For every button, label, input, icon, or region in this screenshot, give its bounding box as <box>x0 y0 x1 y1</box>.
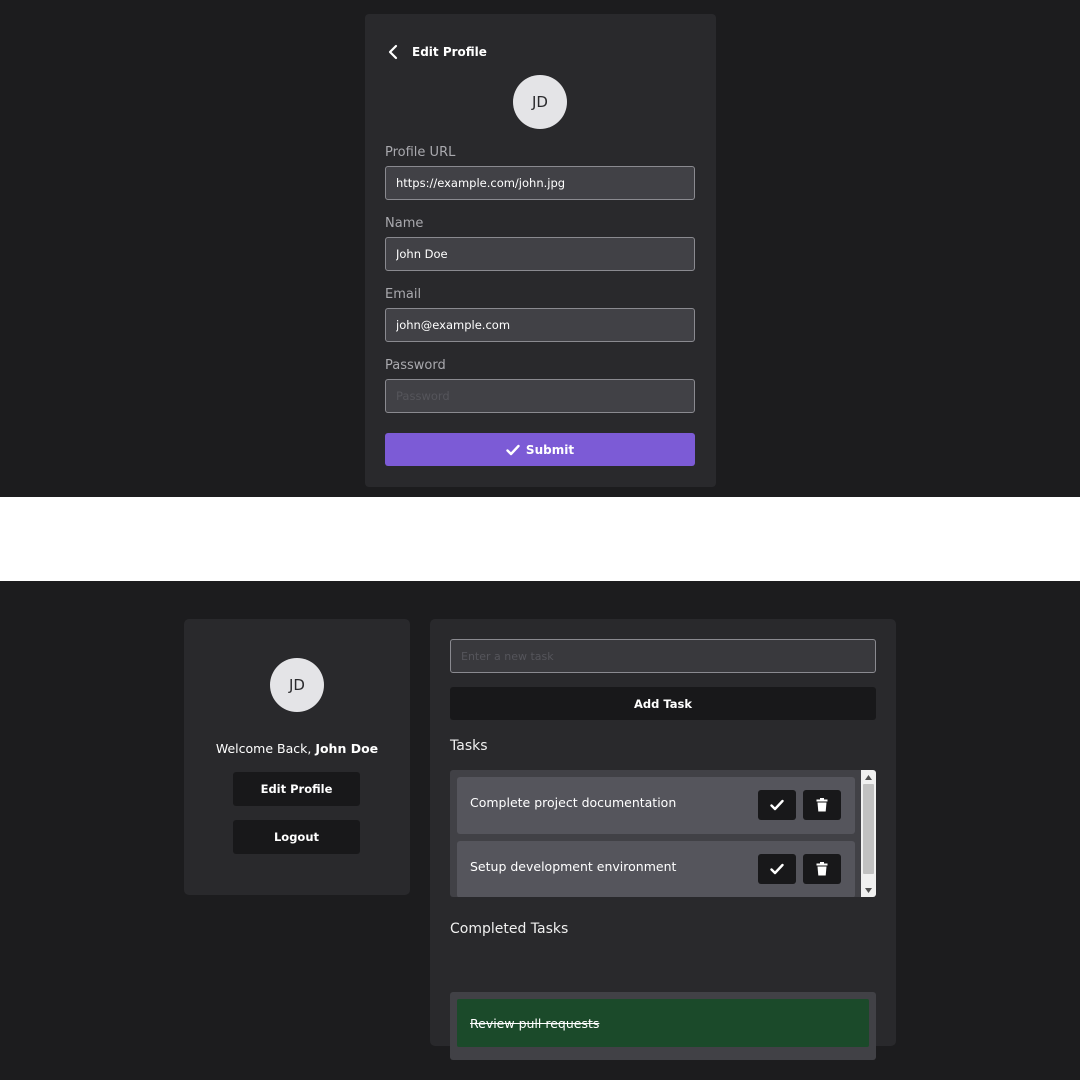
scroll-up-arrow[interactable] <box>861 771 876 783</box>
avatar: JD <box>513 75 567 129</box>
welcome-prefix: Welcome Back, <box>215 741 312 756</box>
scroll-down-arrow[interactable] <box>861 884 876 896</box>
name-label: Name <box>385 216 424 231</box>
tasks-heading: Tasks <box>450 738 488 754</box>
profile-url-label: Profile URL <box>385 145 456 160</box>
scrollbar[interactable] <box>861 770 876 897</box>
page-title: Edit Profile <box>412 45 487 59</box>
welcome-message: Welcome Back, John Doe <box>184 741 410 756</box>
complete-task-button[interactable] <box>758 854 796 884</box>
completed-task-text: Review pull requests <box>470 1016 600 1031</box>
edit-profile-button[interactable]: Edit Profile <box>233 772 360 806</box>
profile-card: JD Welcome Back, John Doe Edit Profile L… <box>184 619 410 895</box>
delete-task-button[interactable] <box>803 790 841 820</box>
password-field[interactable] <box>385 379 695 413</box>
avatar: JD <box>270 658 324 712</box>
edit-profile-header: Edit Profile <box>387 42 487 62</box>
email-label: Email <box>385 287 422 302</box>
tasks-list: Complete project documentation Setup dev… <box>450 770 876 897</box>
edit-profile-card: Edit Profile JD Profile URL Name Email P… <box>365 14 716 487</box>
check-icon <box>770 799 784 811</box>
trash-icon <box>816 862 828 876</box>
list-item: Setup development environment <box>457 841 855 897</box>
dashboard-screen: JD Welcome Back, John Doe Edit Profile L… <box>0 581 1080 1080</box>
back-button[interactable] <box>387 43 403 61</box>
task-text: Complete project documentation <box>470 795 677 810</box>
profile-url-field[interactable] <box>385 166 695 200</box>
task-text: Setup development environment <box>470 859 677 874</box>
submit-label: Submit <box>525 442 575 457</box>
user-name: John Doe <box>315 741 379 756</box>
check-icon <box>506 444 520 455</box>
completed-tasks-heading: Completed Tasks <box>450 921 569 937</box>
new-task-input[interactable] <box>450 639 876 673</box>
complete-task-button[interactable] <box>758 790 796 820</box>
password-label: Password <box>385 358 446 373</box>
logout-button[interactable]: Logout <box>233 820 360 854</box>
edit-profile-screen: Edit Profile JD Profile URL Name Email P… <box>0 0 1080 497</box>
delete-task-button[interactable] <box>803 854 841 884</box>
chevron-left-icon <box>388 44 398 60</box>
completed-tasks-list: Review pull requests <box>450 992 876 1060</box>
trash-icon <box>816 798 828 812</box>
list-item: Review pull requests <box>457 999 869 1047</box>
submit-button[interactable]: Submit <box>385 433 695 466</box>
add-task-button[interactable]: Add Task <box>450 687 876 720</box>
tasks-card: Add Task Tasks Complete project document… <box>430 619 896 1060</box>
caret-up-icon <box>865 774 872 780</box>
caret-down-icon <box>865 887 872 893</box>
email-field[interactable] <box>385 308 695 342</box>
list-item: Complete project documentation <box>457 777 855 834</box>
check-icon <box>770 863 784 875</box>
scroll-thumb[interactable] <box>863 784 874 874</box>
name-field[interactable] <box>385 237 695 271</box>
